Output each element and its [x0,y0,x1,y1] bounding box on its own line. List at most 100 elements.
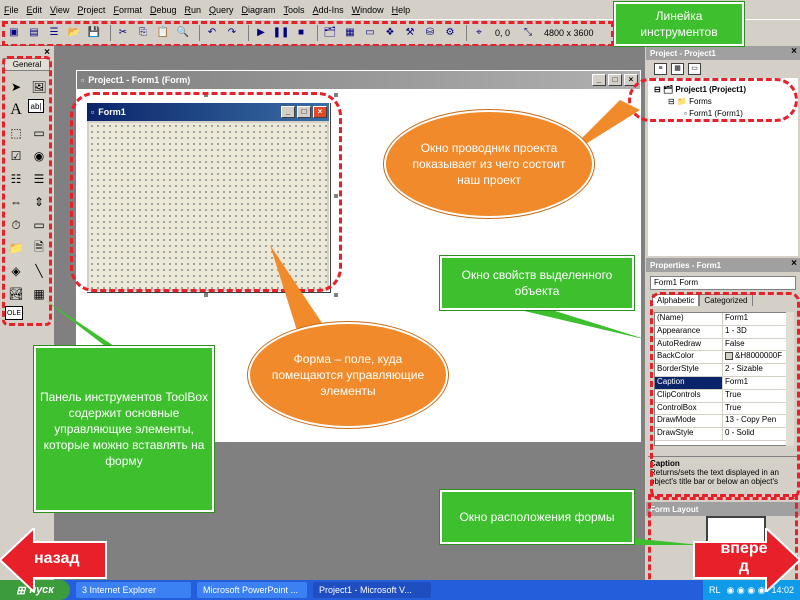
save-project-icon[interactable]: 💾 [86,25,102,41]
property-row[interactable]: AutoRedraw False [655,338,793,352]
properties-scrollbar[interactable] [786,312,794,446]
toolbox-icon[interactable]: ⚒ [402,25,418,41]
property-value[interactable]: True [723,390,793,402]
property-row[interactable]: ClipControls True [655,389,793,403]
property-value[interactable]: False [723,339,793,351]
property-value[interactable]: &H8000000F [723,351,793,363]
menu-file[interactable]: File [4,5,19,15]
data-view-icon[interactable]: ⛁ [422,25,438,41]
menu-diagram[interactable]: Diagram [242,5,276,15]
taskbar-item-powerpoint[interactable]: Microsoft PowerPoint ... [197,582,307,598]
property-row[interactable]: BorderStyle 2 - Sizable [655,364,793,377]
menu-add-ins[interactable]: Add-Ins [313,5,344,15]
property-row-selected[interactable]: Caption Form1 [655,376,793,390]
resize-handle[interactable] [334,194,338,198]
close-icon[interactable]: × [624,74,638,86]
tab-categorized[interactable]: Categorized [699,294,753,306]
toolbox-close-icon[interactable]: × [44,47,50,58]
textbox-tool-icon[interactable]: ab| [28,99,44,113]
drivelistbox-tool-icon[interactable]: ▭ [28,214,50,236]
property-value[interactable]: 13 - Copy Pen [723,415,793,427]
cut-icon[interactable]: ✂ [115,25,131,41]
redo-icon[interactable]: ↷ [224,25,240,41]
form1-designer[interactable]: ▫ Form1 _ □ × [86,102,330,292]
menu-view[interactable]: View [50,5,69,15]
property-row[interactable]: BackColor &H8000000F [655,351,793,365]
project-form-window-titlebar[interactable]: ▫ Project1 - Form1 (Form) _ □ × [77,71,640,89]
menu-editor-icon[interactable]: ☰ [46,25,62,41]
menu-edit[interactable]: Edit [27,5,43,15]
property-row[interactable]: Appearance 1 - 3D [655,325,793,339]
image-tool-icon[interactable]: 🏞 [5,283,27,305]
undo-icon[interactable]: ↶ [204,25,220,41]
properties-close-icon[interactable]: × [791,258,797,269]
object-browser-icon[interactable]: ❖ [382,25,398,41]
collapse-icon[interactable]: ⊟ [668,97,675,106]
combobox-tool-icon[interactable]: ☷ [5,168,27,190]
form1-titlebar[interactable]: ▫ Form1 _ □ × [87,103,329,121]
end-icon[interactable]: ■ [293,25,309,41]
menu-query[interactable]: Query [209,5,234,15]
resize-handle[interactable] [334,293,338,297]
menu-tools[interactable]: Tools [284,5,305,15]
frame-tool-icon[interactable]: ⬚ [5,122,27,144]
property-value[interactable]: 2 - Sizable [723,364,793,376]
filelistbox-tool-icon[interactable]: 🗎 [28,237,50,259]
maximize-icon[interactable]: □ [608,74,622,86]
property-value[interactable]: 1 - 3D [723,326,793,338]
property-row[interactable]: DrawStyle 0 - Solid [655,428,793,441]
property-row[interactable]: (Name) Form1 [655,313,793,326]
menu-help[interactable]: Help [392,5,411,15]
toolbox-tab-general[interactable]: General [4,58,50,71]
property-row[interactable]: ControlBox True [655,402,793,416]
taskbar-item-vb[interactable]: Project1 - Microsoft V... [313,582,431,598]
tree-node-form1[interactable]: ▫ Form1 (Form1) [654,108,798,120]
menu-project[interactable]: Project [77,5,105,15]
resize-handle[interactable] [334,93,338,97]
view-code-icon[interactable]: ≡ [654,63,667,75]
properties-window-icon[interactable]: ▦ [342,25,358,41]
label-tool-icon[interactable]: A [5,99,27,121]
form-layout-titlebar[interactable]: Form Layout [646,502,800,516]
form1-close-icon[interactable]: × [313,106,327,118]
project-explorer-icon[interactable]: 🗂 [322,25,338,41]
forward-arrow-button[interactable]: впере д [690,528,800,592]
collapse-icon[interactable]: ⊟ [654,85,661,94]
project-explorer-titlebar[interactable]: Project - Project1 × [646,46,800,60]
minimize-icon[interactable]: _ [592,74,606,86]
property-value[interactable]: Form1 [723,313,793,325]
optionbutton-tool-icon[interactable]: ◉ [28,145,50,167]
component-manager-icon[interactable]: ⚙ [442,25,458,41]
pointer-icon[interactable]: ➤ [5,76,27,98]
dirlistbox-tool-icon[interactable]: 📁 [5,237,27,259]
picturebox-icon[interactable]: 🖼 [28,76,50,98]
object-selector[interactable]: Form1 Form [650,276,796,290]
form-layout-icon[interactable]: ▭ [362,25,378,41]
tab-alphabetic[interactable]: Alphabetic [652,294,700,306]
commandbutton-tool-icon[interactable]: ▭ [28,122,50,144]
data-tool-icon[interactable]: ▦ [28,283,50,305]
menu-debug[interactable]: Debug [150,5,177,15]
ole-tool-icon[interactable]: OLE [5,306,23,320]
menu-format[interactable]: Format [113,5,142,15]
paste-icon[interactable]: 📋 [155,25,171,41]
property-value[interactable]: True [723,403,793,415]
toggle-folders-icon[interactable]: ▭ [688,63,701,75]
tree-node-project[interactable]: ⊟ 🗂 Project1 (Project1) [654,84,798,96]
property-row[interactable]: DrawMode 13 - Copy Pen [655,415,793,429]
back-arrow-button[interactable]: назад [0,528,110,592]
listbox-tool-icon[interactable]: ☰ [28,168,50,190]
view-object-icon[interactable]: ▦ [671,63,684,75]
resize-handle[interactable] [204,93,208,97]
property-value[interactable]: Form1 [723,377,793,389]
property-value[interactable]: 0 - Solid [723,428,793,440]
properties-titlebar[interactable]: Properties - Form1 × [646,258,800,272]
vscrollbar-tool-icon[interactable]: ⇕ [28,191,50,213]
timer-tool-icon[interactable]: ⏱ [5,214,27,236]
project-explorer-close-icon[interactable]: × [791,46,797,57]
find-icon[interactable]: 🔍 [175,25,191,41]
break-icon[interactable]: ❚❚ [273,25,290,41]
add-project-icon[interactable]: ▣ [6,25,22,41]
shape-tool-icon[interactable]: ◈ [5,260,27,282]
menu-window[interactable]: Window [352,5,384,15]
